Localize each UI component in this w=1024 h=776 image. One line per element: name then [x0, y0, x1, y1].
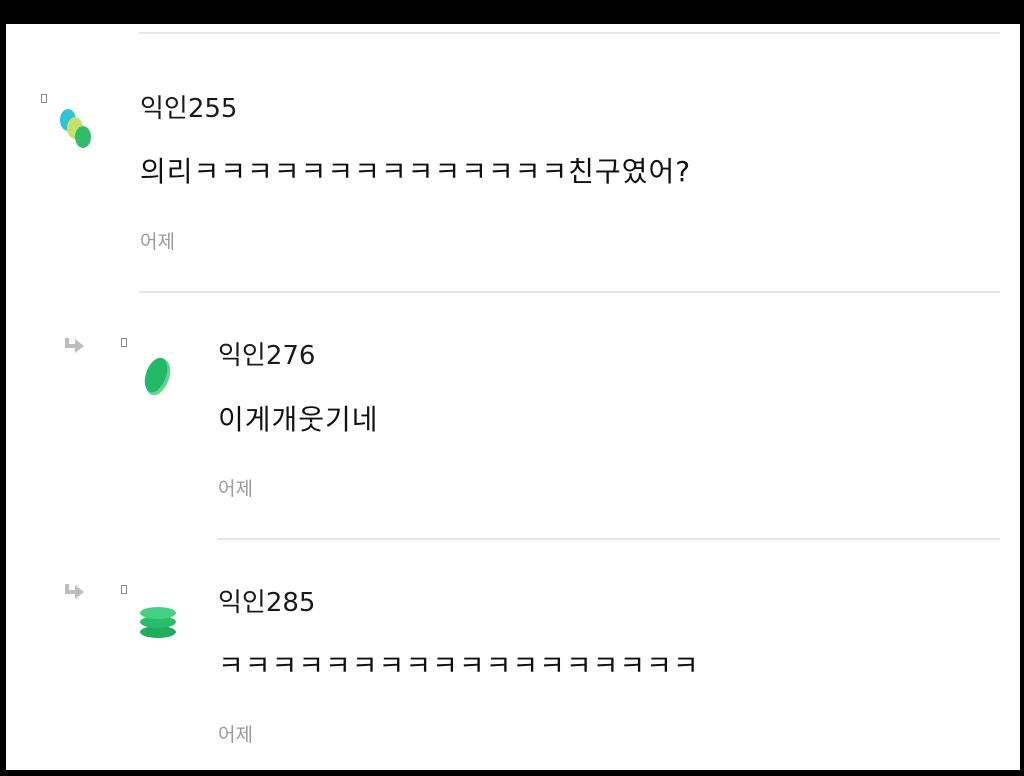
comment-nickname[interactable]: 익인276 [218, 335, 315, 372]
comment-time: 어제 [218, 724, 253, 746]
divider [217, 538, 1000, 540]
comment-time: 어제 [140, 231, 175, 253]
green-stack-avatar-icon[interactable] [136, 604, 180, 644]
comment-nickname[interactable]: 익인255 [140, 88, 237, 125]
comment-body: 의리ㅋㅋㅋㅋㅋㅋㅋㅋㅋㅋㅋㅋㅋㅋ친구였어? [140, 155, 692, 188]
comment-body: 이게개웃기네 [218, 403, 379, 436]
reply-arrow-icon [65, 584, 84, 599]
comment-nickname[interactable]: 익인285 [218, 582, 315, 619]
badge-icon [41, 94, 47, 103]
comment-time: 어제 [218, 478, 253, 500]
badge-icon [121, 585, 127, 594]
divider [139, 32, 1000, 34]
comment-body: ㅋㅋㅋㅋㅋㅋㅋㅋㅋㅋㅋㅋㅋㅋㅋㅋㅋㅋ [218, 649, 700, 682]
dots-avatar-icon[interactable] [56, 106, 96, 154]
comment-panel: 익인255 의리ㅋㅋㅋㅋㅋㅋㅋㅋㅋㅋㅋㅋㅋㅋ친구였어? 어제 익인276 이게개… [6, 24, 1020, 770]
reply-arrow-icon [65, 338, 84, 353]
badge-icon [121, 338, 127, 347]
divider [139, 291, 1000, 293]
green-disc-avatar-icon[interactable] [138, 354, 178, 398]
